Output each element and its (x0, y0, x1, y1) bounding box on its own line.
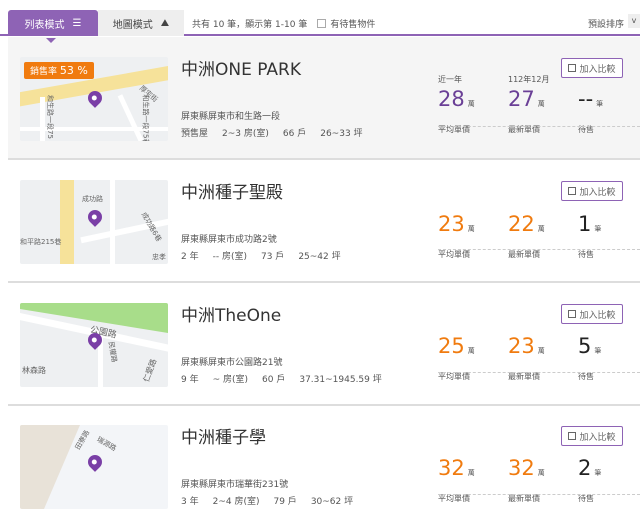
list-icon: ☰ (72, 17, 82, 29)
map-street-label: 瑞源路 (95, 435, 118, 453)
checkbox-icon (568, 64, 577, 72)
view-toolbar: 列表模式 ☰ 地圖模式 ⛰ 共有 10 筆，顯示第 1-10 筆有待售物件 預設排序… (0, 0, 640, 43)
add-compare-button[interactable]: 加入比較 (561, 181, 623, 201)
location-pin-icon (85, 452, 105, 472)
map-thumbnail[interactable]: 田寮路 瑞源路 (20, 425, 168, 509)
listing-card[interactable]: 成功路 和平路215巷 成功路6巷 忠孝 中洲種子聖殿 屏東縣屏東市成功路2號 … (8, 160, 640, 283)
listing-title[interactable]: 中洲ONE PARK (181, 55, 301, 80)
listing-card[interactable]: 公園路 林森路 仁愛路 民權路 中洲TheOne 屏東縣屏東市公園路21號 9 … (8, 283, 640, 406)
map-street-label: 和生路一段75 (45, 95, 54, 139)
listing-details: 2 年 -- 房(室) 73 戶 25~42 坪 (181, 252, 341, 262)
divider (438, 126, 640, 127)
map-street-label: 和生路一段75巷 (141, 94, 150, 141)
for-sale-count: 1 筆待售 (578, 212, 602, 259)
map-street-label: 林森路 (22, 366, 46, 375)
map-street-label: 成功路 (82, 195, 103, 203)
result-count: 共有 10 筆，顯示第 1-10 筆有待售物件 (192, 19, 376, 30)
map-street-label: 忠孝 (152, 253, 166, 261)
sort-select[interactable]: 預設排序 (588, 17, 624, 30)
listing-address: 屏東縣屏東市公園路21號 (181, 358, 283, 368)
tab-list-mode[interactable]: 列表模式 ☰ (8, 10, 98, 43)
avg-price: 23 萬平均單價 (438, 212, 475, 259)
listing-card[interactable]: 田寮路 瑞源路 中洲種子學 屏東縣屏東市瑞華街231號 3 年 2~4 房(室) 7… (8, 405, 640, 528)
checkbox-icon (568, 310, 577, 318)
map-street-label: 和平路215巷 (20, 238, 62, 246)
latest-price: 22 萬最新單價 (508, 212, 545, 259)
checkbox-icon (568, 432, 577, 440)
map-street-label: 仁愛路 (141, 357, 159, 384)
tab-map-mode[interactable]: 地圖模式 ⛰ (98, 10, 184, 36)
sort-dropdown-arrow[interactable]: v (628, 14, 640, 28)
divider (438, 372, 640, 373)
map-street-label: 民權路 (106, 340, 119, 364)
listing-details: 3 年 2~4 房(室) 79 戶 30~62 坪 (181, 497, 354, 507)
map-icon: ⛰ (160, 17, 170, 29)
listing-address: 屏東縣屏東市瑞華街231號 (181, 480, 289, 490)
divider (438, 249, 640, 250)
listing-details: 預售屋 2~3 房(室) 66 戶 26~33 坪 (181, 129, 363, 139)
checkbox-icon (568, 187, 577, 195)
listing-address: 屏東縣屏東市和生路一段 (181, 112, 281, 122)
listing-title[interactable]: 中洲種子聖殿 (181, 178, 283, 203)
listing-title[interactable]: 中洲TheOne (181, 301, 281, 326)
map-thumbnail[interactable]: 公園路 林森路 仁愛路 民權路 (20, 303, 168, 387)
listing-address: 屏東縣屏東市成功路2號 (181, 235, 277, 245)
listing-title[interactable]: 中洲種子學 (181, 423, 266, 448)
map-thumbnail[interactable]: 成功路 和平路215巷 成功路6巷 忠孝 (20, 180, 168, 264)
divider (438, 494, 640, 495)
for-sale-checkbox[interactable] (317, 19, 327, 28)
listing-card[interactable]: 和生路一段75 厚宅街 和生路一段75巷 銷售率 53 % 中洲ONE PARK… (8, 37, 640, 160)
location-pin-icon (85, 207, 105, 227)
listing-details: 9 年 ~ 房(室) 60 戶 37.31~1945.59 坪 (181, 375, 382, 385)
sales-rate-badge: 銷售率 53 % (24, 62, 94, 79)
